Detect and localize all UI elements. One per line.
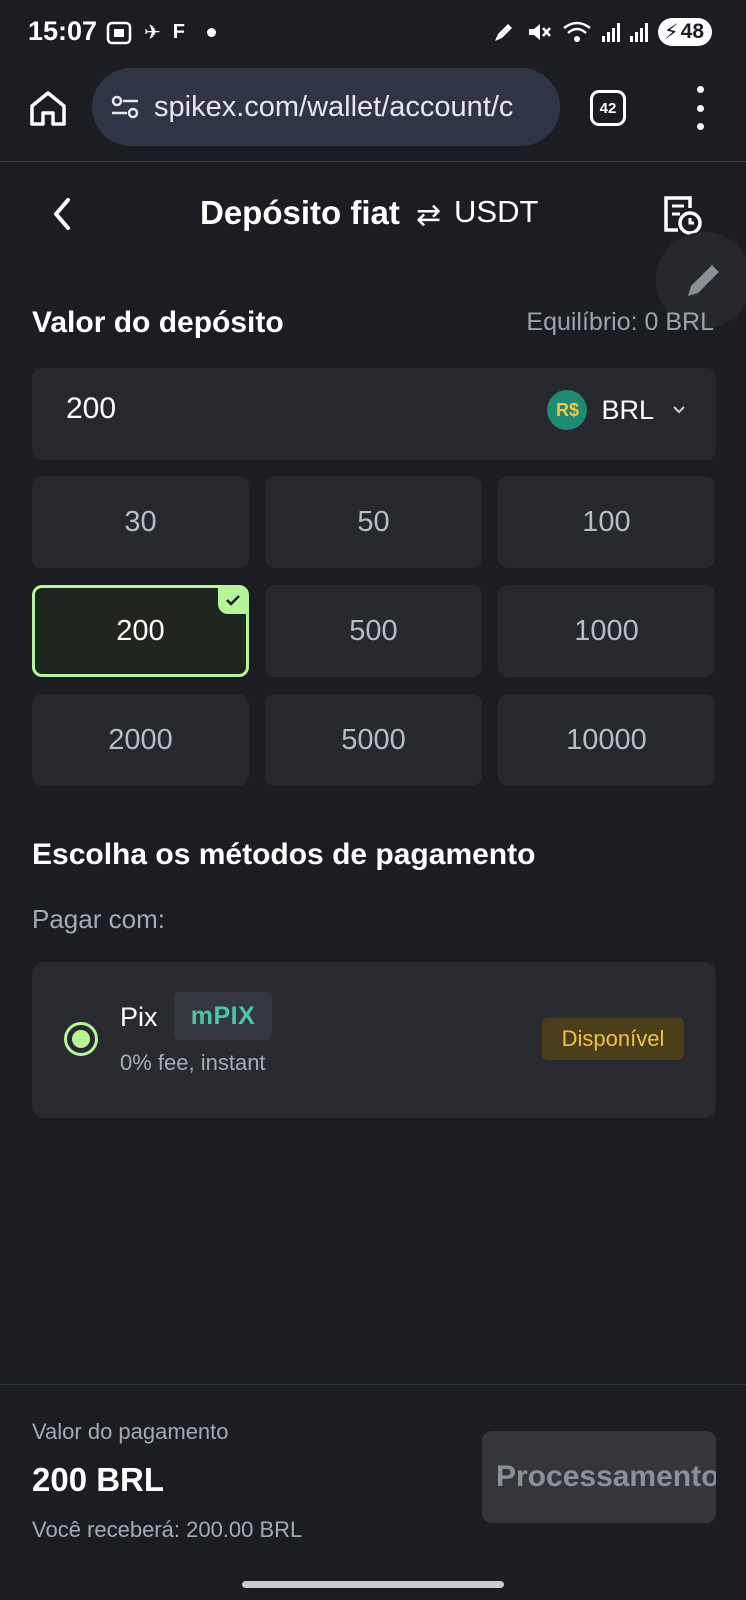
history-icon[interactable] [660, 192, 704, 236]
site-settings-icon[interactable] [110, 94, 140, 120]
payment-method-pix[interactable]: Pix mPIX 0% fee, instant Disponível [32, 962, 716, 1118]
bolt-icon: ⚡ [663, 20, 679, 44]
browser-toolbar: spikex.com/wallet/account/c 42 [0, 66, 746, 162]
payment-value-label: Valor do pagamento [32, 1419, 229, 1444]
status-right-icons: ⚡ 48 [492, 18, 712, 46]
status-bar: 15:07 ✈ F ⚡ 48 [0, 0, 746, 66]
swap-icon[interactable]: ⇄ [416, 198, 441, 233]
amount-option-5000[interactable]: 5000 [265, 694, 482, 786]
amount-option-1000[interactable]: 1000 [498, 585, 715, 677]
balance-text: Equilíbrio: 0 BRL [526, 308, 714, 336]
tab-switcher-button[interactable]: 42 [590, 90, 626, 126]
notification-dot [206, 28, 216, 37]
url-bar[interactable]: spikex.com/wallet/account/c [92, 68, 560, 146]
deposit-section-title: Valor do depósito [32, 306, 284, 339]
signal-icon [601, 22, 620, 42]
radio-selected[interactable] [64, 1022, 98, 1056]
signal-icon-2 [629, 22, 648, 42]
check-icon [218, 586, 248, 614]
amount-input-box: R$ BRL [32, 368, 716, 460]
battery-indicator: ⚡ 48 [657, 18, 712, 46]
url-text: spikex.com/wallet/account/c [154, 90, 514, 123]
amount-option-50[interactable]: 50 [265, 476, 482, 568]
tab-count: 42 [599, 99, 617, 117]
amount-option-30[interactable]: 30 [32, 476, 249, 568]
home-icon[interactable] [28, 88, 68, 128]
status-time: 15:07 [28, 16, 98, 46]
amount-option-100[interactable]: 100 [498, 476, 715, 568]
payment-value: 200 BRL [32, 1461, 165, 1498]
brl-currency-icon: R$ [547, 390, 588, 430]
wifi-icon [563, 21, 591, 42]
edit-status-icon [494, 24, 512, 41]
page-title: Depósito fiat [200, 194, 400, 231]
usdt-switch-link[interactable]: USDT [454, 194, 538, 230]
gesture-home-indicator[interactable] [242, 1581, 504, 1588]
method-description: 0% fee, instant [120, 1050, 266, 1075]
payment-section-title: Escolha os métodos de pagamento [32, 838, 536, 871]
bottom-bar: Valor do pagamento 200 BRL Você receberá… [0, 1384, 746, 1600]
amount-option-label: 200 [116, 614, 165, 647]
amount-input[interactable] [66, 392, 466, 426]
app-icon: ✈ [144, 22, 161, 44]
currency-select[interactable]: R$ BRL [547, 390, 686, 430]
receive-amount-text: Você receberá: 200.00 BRL [32, 1517, 303, 1542]
method-name: Pix [120, 1002, 158, 1032]
amount-options-grid: 30 50 100 200 500 1000 2000 5000 10000 [32, 476, 716, 786]
back-icon[interactable] [48, 194, 78, 234]
pix-logo: mPIX [174, 992, 272, 1040]
status-badge: Disponível [542, 1018, 684, 1060]
amount-option-500[interactable]: 500 [265, 585, 482, 677]
screenshot-icon [106, 21, 132, 44]
page-header: Depósito fiat ⇄ USDT [0, 162, 746, 272]
amount-option-200-selected[interactable]: 200 [32, 585, 249, 677]
chevron-down-icon [673, 406, 685, 414]
status-left-icons: ✈ F [106, 20, 216, 45]
process-button[interactable]: Processamento [482, 1431, 716, 1523]
pencil-icon [688, 265, 719, 296]
more-menu-icon[interactable] [690, 86, 710, 130]
app-f-icon: F [172, 21, 185, 43]
mute-icon [528, 24, 551, 40]
amount-option-2000[interactable]: 2000 [32, 694, 249, 786]
battery-level: 48 [680, 20, 704, 43]
amount-option-10000[interactable]: 10000 [498, 694, 715, 786]
currency-code: BRL [601, 394, 654, 425]
pay-with-label: Pagar com: [32, 904, 165, 934]
